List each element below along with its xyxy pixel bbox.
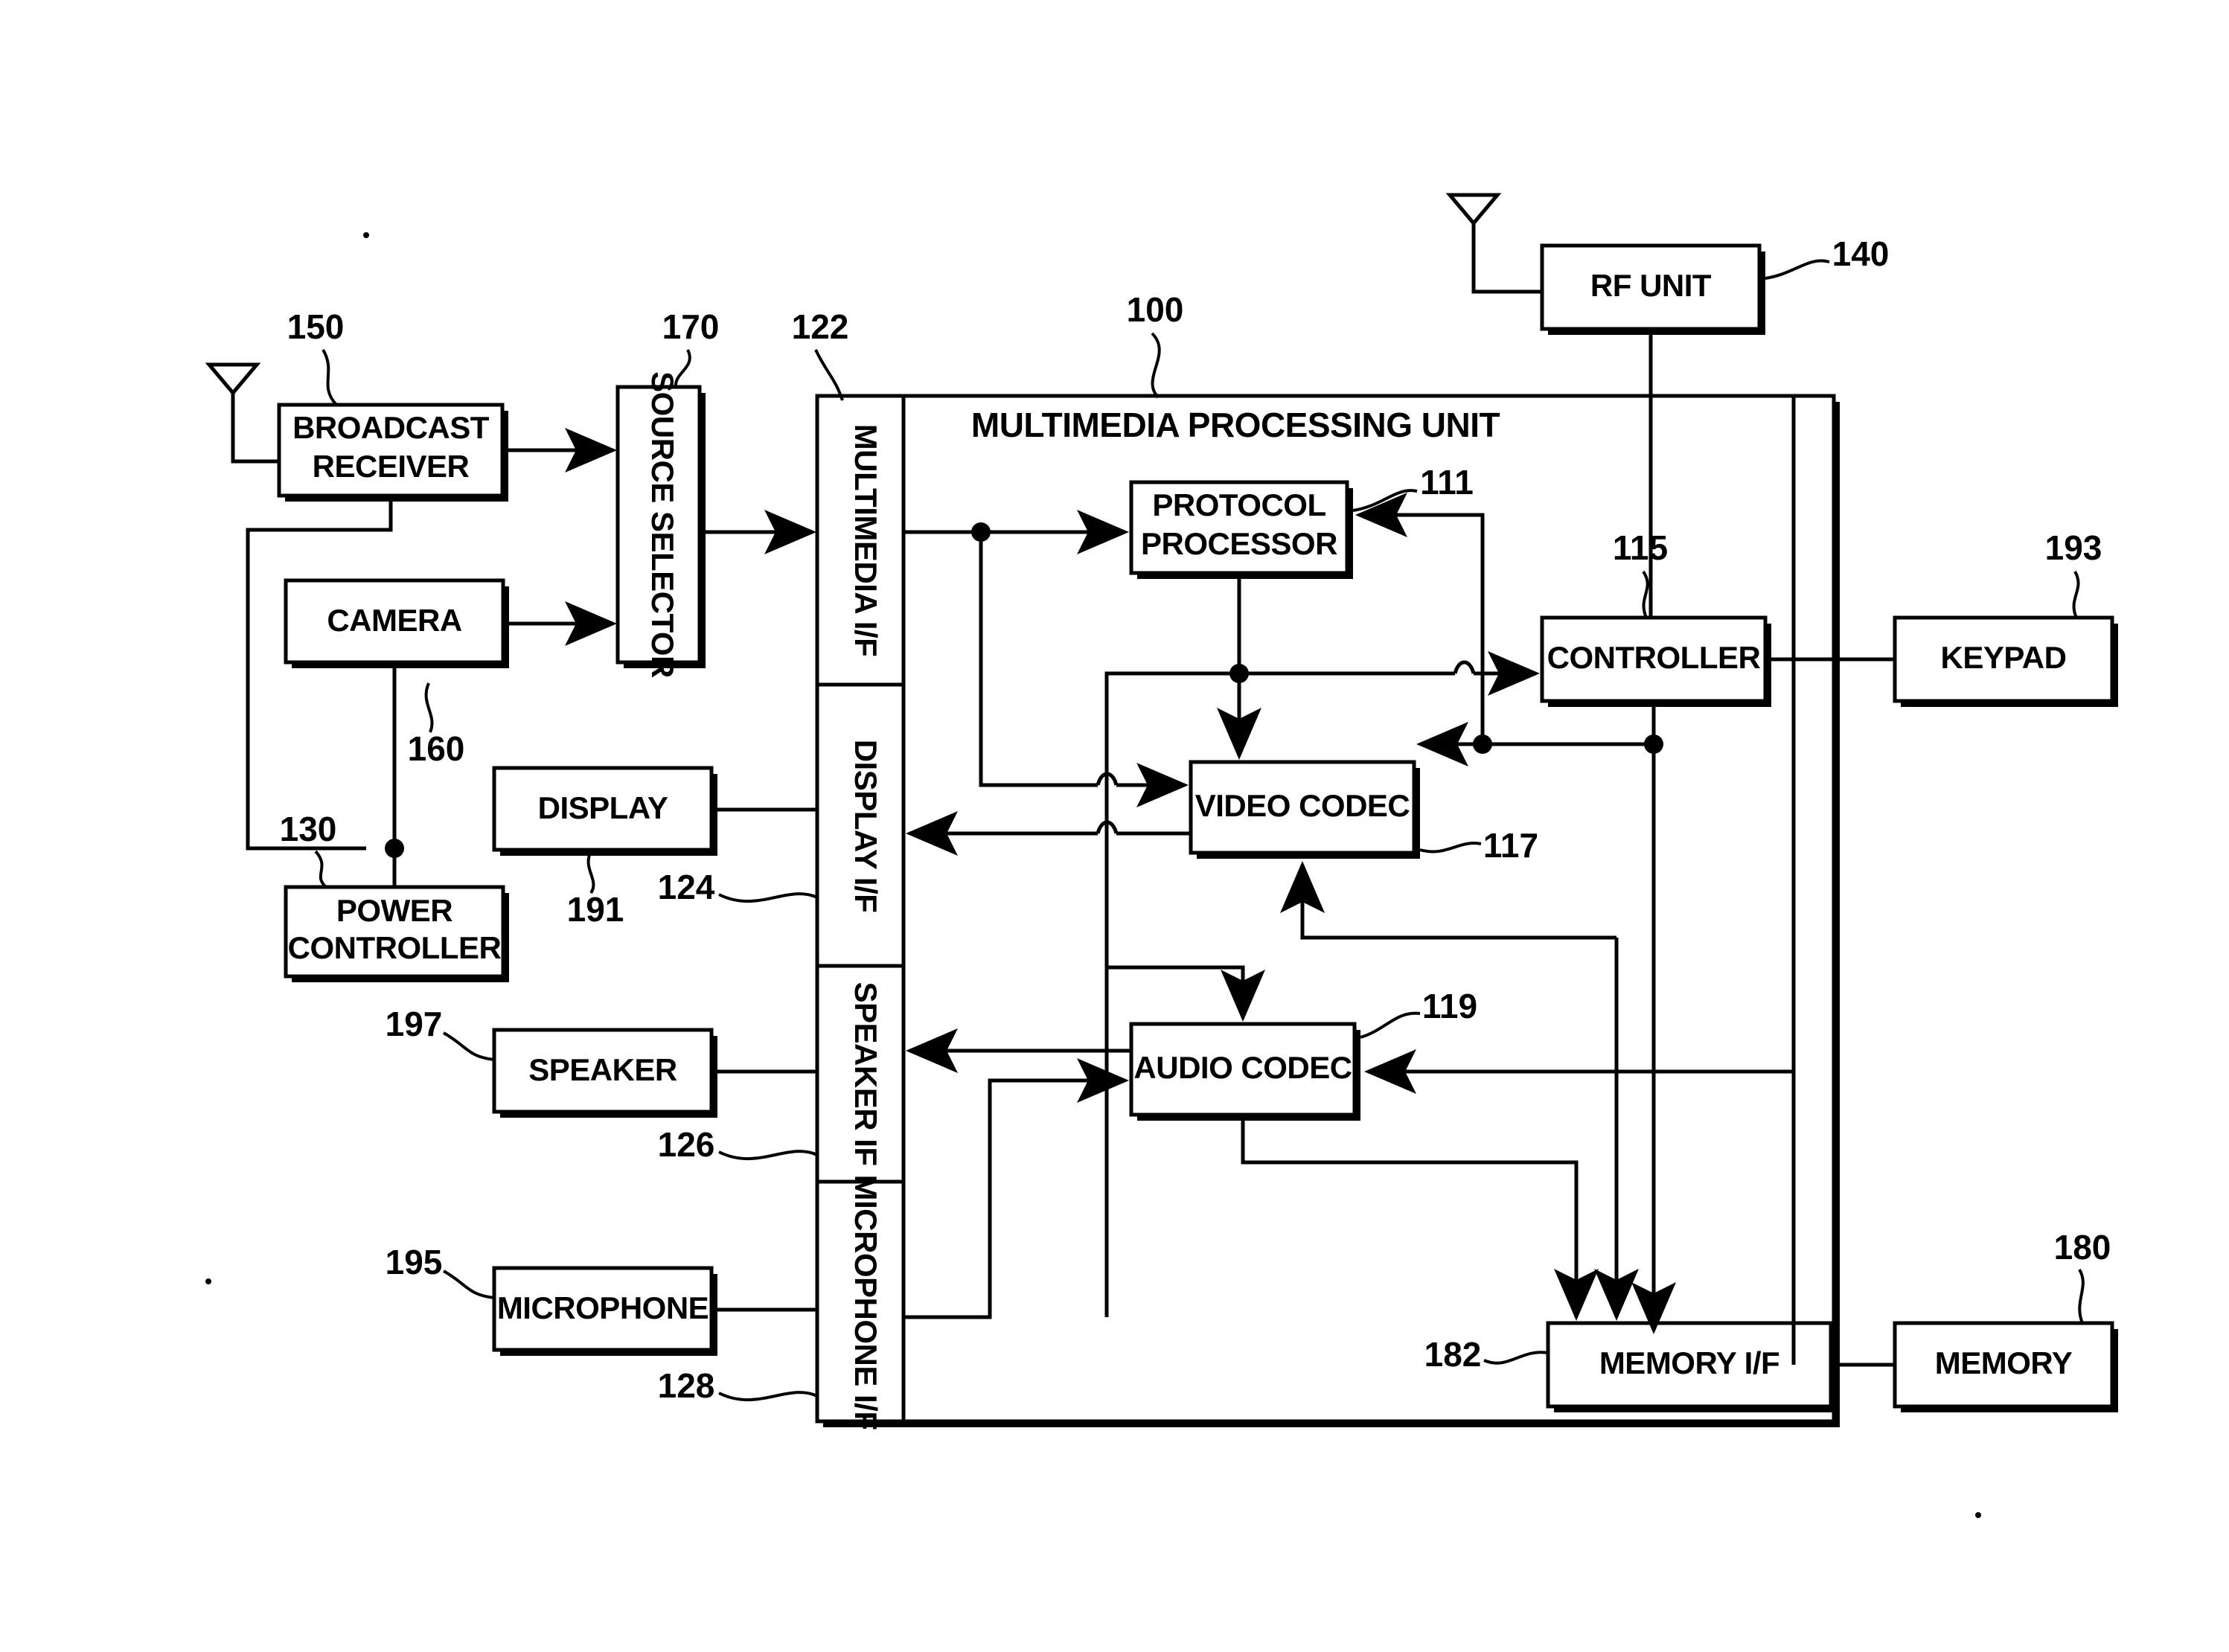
leader-193: [2072, 570, 2080, 618]
leader-150: [322, 348, 338, 406]
wire-antenna-to-rf-unit: [1471, 277, 1542, 294]
interface-label-microphone: MICROPHONE I/F: [848, 1174, 883, 1430]
ref-numeral-100: 100: [1127, 290, 1184, 329]
display-label: DISPLAY: [538, 790, 668, 825]
rf-unit-label: RF UNIT: [1590, 268, 1712, 303]
leader-160: [424, 682, 434, 733]
camera-label: CAMERA: [327, 603, 461, 638]
interface-label-speaker: SPEAKER IF: [848, 982, 883, 1165]
interface-label-display: DISPLAY I/F: [848, 740, 883, 913]
block-diagram-svg: MULTIMEDIA I/F DISPLAY I/F SPEAKER IF MI…: [205, 193, 2118, 1518]
leader-170: [674, 349, 691, 388]
ref-numeral-170: 170: [662, 307, 720, 346]
ref-numeral-119: 119: [1422, 987, 1477, 1025]
antenna-icon: [205, 362, 261, 446]
ref-numeral-160: 160: [408, 729, 465, 768]
ref-numeral-117: 117: [1483, 826, 1538, 865]
leader-195: [443, 1270, 495, 1299]
junction-dot-power: [385, 839, 404, 858]
antenna-icon: [1445, 193, 1502, 277]
power-controller-label-1: POWER: [336, 893, 452, 928]
wire-broadcast-to-power-bus: [246, 496, 393, 851]
ref-numeral-126: 126: [658, 1125, 715, 1164]
leader-126: [718, 1150, 818, 1160]
leader-128: [718, 1391, 818, 1401]
source-selector-label: SOURCE SELECTOR: [645, 371, 680, 678]
leader-100: [1151, 332, 1161, 399]
microphone-label: MICROPHONE: [497, 1290, 709, 1325]
memory-if-label: MEMORY I/F: [1599, 1345, 1779, 1380]
interface-label-multimedia: MULTIMEDIA I/F: [848, 424, 883, 657]
leader-197: [443, 1031, 495, 1061]
leader-124: [718, 892, 818, 903]
mpu-title: MULTIMEDIA PROCESSING UNIT: [971, 406, 1500, 444]
ref-numeral-111: 111: [1420, 463, 1474, 502]
ref-numeral-128: 128: [658, 1366, 715, 1405]
ref-numeral-130: 130: [280, 810, 337, 848]
ref-numeral-180: 180: [2054, 1228, 2111, 1267]
patent-figure-canvas: MULTIMEDIA I/F DISPLAY I/F SPEAKER IF MI…: [0, 0, 2229, 1652]
leader-130: [314, 850, 327, 889]
ref-numeral-140: 140: [1832, 234, 1890, 273]
scan-artifact-dot: [363, 232, 369, 238]
broadcast-receiver-label-1: BROADCAST: [292, 410, 490, 445]
ref-numeral-195: 195: [386, 1243, 443, 1281]
ref-numeral-197: 197: [386, 1005, 443, 1043]
protocol-processor-label-2: PROCESSOR: [1141, 526, 1337, 561]
leader-140: [1765, 259, 1830, 280]
keypad-label: KEYPAD: [1941, 640, 2067, 675]
ref-numeral-182: 182: [1424, 1335, 1482, 1374]
leader-191: [586, 851, 595, 894]
leader-122: [814, 349, 844, 401]
power-controller-label-2: CONTROLLER: [288, 930, 502, 965]
ref-numeral-193: 193: [2045, 528, 2102, 567]
controller-label: CONTROLLER: [1547, 640, 1761, 675]
ref-numeral-122: 122: [792, 307, 849, 346]
broadcast-receiver-label-2: RECEIVER: [313, 449, 470, 484]
ref-numeral-191: 191: [567, 890, 624, 929]
ref-numeral-150: 150: [287, 307, 345, 346]
ref-numeral-115: 115: [1613, 528, 1668, 567]
ref-numeral-124: 124: [658, 868, 715, 906]
scan-artifact-dot: [1975, 1512, 1981, 1518]
memory-label: MEMORY: [1935, 1345, 2073, 1380]
protocol-processor-label-1: PROTOCOL: [1152, 487, 1325, 522]
leader-180: [2078, 1268, 2085, 1324]
audio-codec-label: AUDIO CODEC: [1133, 1050, 1352, 1085]
video-codec-label: VIDEO CODEC: [1195, 788, 1410, 823]
scan-artifact-dot: [205, 1278, 211, 1284]
wire-antenna-to-broadcast: [231, 446, 279, 464]
speaker-label: SPEAKER: [528, 1052, 677, 1087]
